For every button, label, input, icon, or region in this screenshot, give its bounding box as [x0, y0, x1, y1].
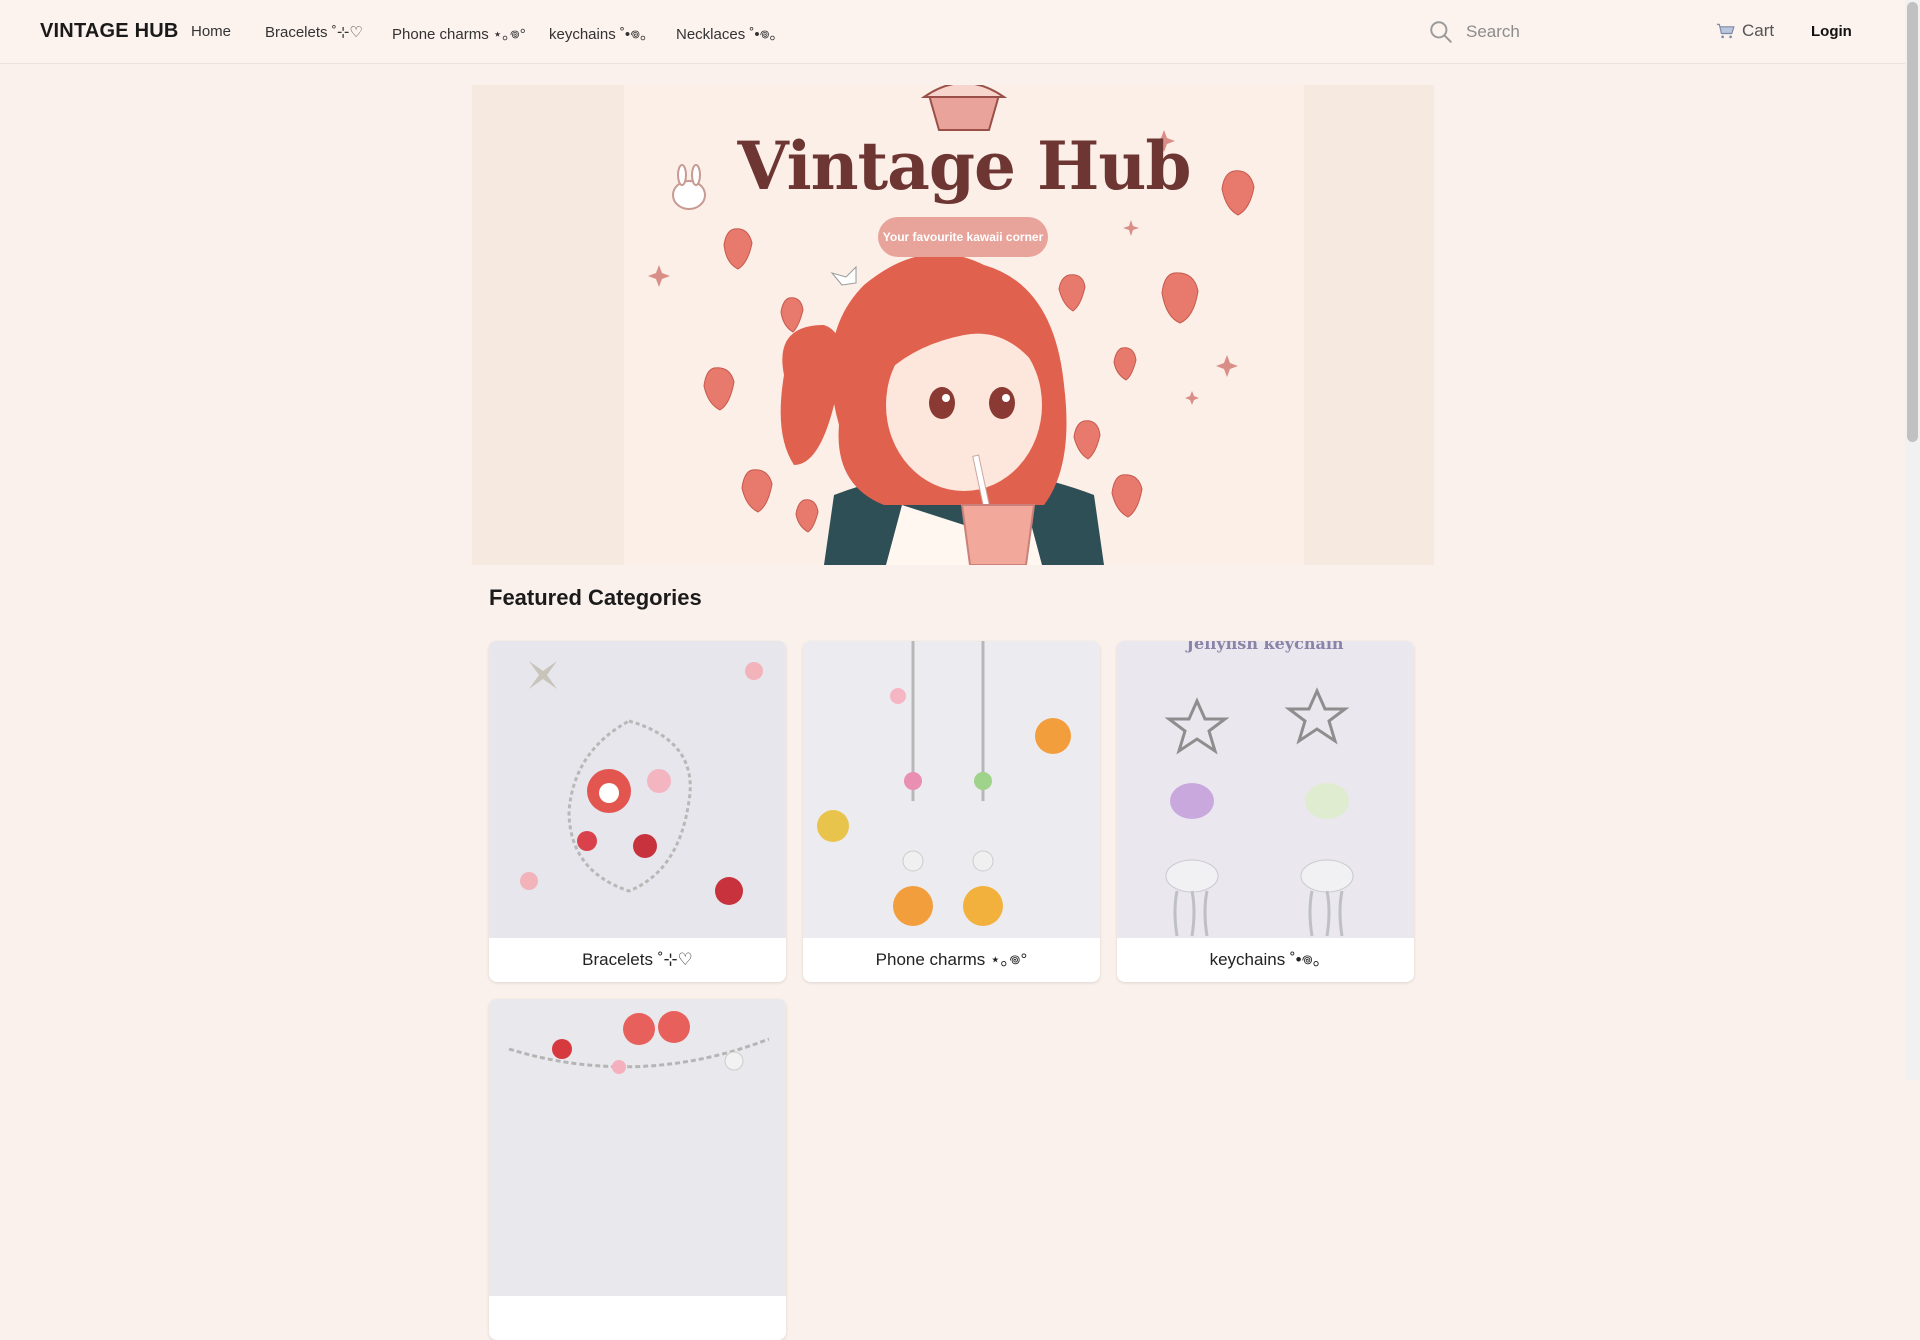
bracelet-photo — [489, 641, 786, 938]
category-card-bracelets[interactable]: Bracelets ˚⊹♡ — [489, 641, 786, 982]
top-navigation-bar: VINTAGE HUB Home Bracelets ˚⊹♡ Phone cha… — [0, 0, 1905, 64]
necklaces-photo — [489, 999, 786, 1296]
hero-banner: Vintage Hub Your favourite kawaii corner — [472, 85, 1434, 565]
category-image-keychains[interactable]: Jellyfish keychain — [1117, 641, 1414, 938]
category-label-necklaces[interactable] — [489, 1296, 786, 1340]
hero-tagline-pill: Your favourite kawaii corner — [878, 217, 1048, 257]
scrollbar-thumb[interactable] — [1907, 2, 1918, 442]
login-button[interactable]: Login — [1811, 23, 1852, 40]
keychain-photo-caption: Jellyfish keychain — [1184, 641, 1343, 653]
search-box — [1424, 14, 1684, 50]
hero-title: Vintage Hub — [737, 127, 1192, 205]
nav-phone-charms[interactable]: Phone charms ⋆｡𖦹° — [392, 23, 526, 44]
nav-bracelets[interactable]: Bracelets ˚⊹♡ — [265, 23, 363, 41]
category-image-necklaces[interactable] — [489, 999, 786, 1296]
featured-categories-heading: Featured Categories — [489, 585, 702, 610]
category-label-bracelets[interactable]: Bracelets ˚⊹♡ — [489, 938, 786, 982]
search-icon[interactable] — [1428, 19, 1454, 45]
cart-icon — [1716, 23, 1735, 39]
category-card-necklaces[interactable] — [489, 999, 786, 1340]
brand-logo[interactable]: VINTAGE HUB — [40, 20, 179, 43]
phone-charms-photo — [803, 641, 1100, 938]
category-card-phone-charms[interactable]: Phone charms ⋆｡𖦹° — [803, 641, 1100, 982]
anime-girl-illustration — [780, 253, 1104, 565]
cupcake-icon — [920, 85, 1008, 131]
cart-label: Cart — [1742, 21, 1775, 40]
category-label-keychains[interactable]: keychains ˚•𖦹｡ — [1117, 938, 1414, 982]
nav-home[interactable]: Home — [191, 23, 231, 40]
nav-keychains[interactable]: keychains ˚•𖦹｡ — [549, 23, 648, 44]
category-image-phone-charms[interactable] — [803, 641, 1100, 938]
cart-button[interactable]: Cart — [1716, 21, 1774, 41]
nav-necklaces[interactable]: Necklaces ˚•𖦹｡ — [676, 23, 777, 44]
keychains-photo: Jellyfish keychain — [1117, 641, 1414, 938]
category-card-keychains[interactable]: Jellyfish keychain keychains ˚•𖦹｡ — [1117, 641, 1414, 982]
search-input[interactable] — [1464, 21, 1668, 43]
category-label-phone-charms[interactable]: Phone charms ⋆｡𖦹° — [803, 938, 1100, 982]
category-image-bracelets[interactable] — [489, 641, 786, 938]
hero-artwork: Vintage Hub Your favourite kawaii corner — [624, 85, 1304, 565]
